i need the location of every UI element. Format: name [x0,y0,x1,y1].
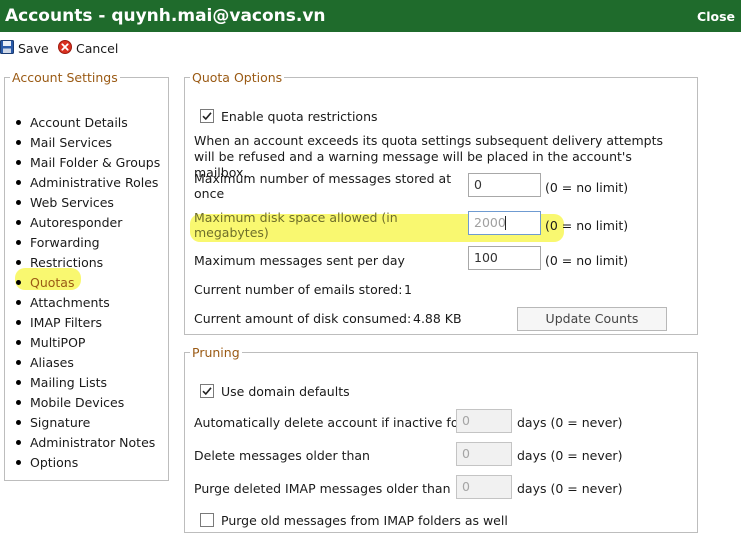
bullet-icon [16,420,21,425]
save-label: Save [18,41,49,56]
bullet-icon [16,220,21,225]
sidebar-item-account-details[interactable]: Account Details [16,113,128,133]
current-disk-label: Current amount of disk consumed: [194,311,412,326]
toolbar: Save Cancel [0,32,741,62]
sidebar-item-mailing-lists[interactable]: Mailing Lists [16,373,107,393]
pruning-legend: Pruning [192,345,240,360]
account-settings-panel: Account Settings Account Details Mail Ser… [4,70,169,481]
bullet-icon [16,280,21,285]
sidebar-item-label: Web Services [30,195,114,210]
save-button[interactable]: Save [0,40,49,57]
bullet-icon [16,200,21,205]
sidebar-item-label: Mailing Lists [30,375,108,390]
sidebar-item-attachments[interactable]: Attachments [16,293,110,313]
max-sent-input[interactable]: 100 [468,246,541,270]
update-counts-button[interactable]: Update Counts [517,307,667,331]
bullet-icon [16,320,21,325]
current-disk-value: 4.88 KB [413,311,462,326]
use-domain-defaults-checkbox[interactable] [200,384,214,398]
max-messages-label: Maximum number of messages stored at onc… [194,171,452,201]
max-disk-hint: (0 = no limit) [545,218,629,233]
sidebar-item-web-services[interactable]: Web Services [16,193,114,213]
sidebar-item-imap-filters[interactable]: IMAP Filters [16,313,102,333]
max-messages-input[interactable]: 0 [468,173,541,197]
sidebar-item-label: Autoresponder [30,215,123,230]
sidebar-item-mail-services[interactable]: Mail Services [16,133,112,153]
purge-label: Purge deleted IMAP messages older than [194,481,451,496]
sidebar-item-label: IMAP Filters [30,315,103,330]
sidebar-item-administrative-roles[interactable]: Administrative Roles [16,173,158,193]
bullet-icon [16,360,21,365]
older-days-input[interactable]: 0 [456,442,512,466]
title-bar: Accounts - quynh.mai@vacons.vn Close [0,0,741,32]
current-emails-label: Current number of emails stored: [194,282,403,297]
older-label: Delete messages older than [194,448,370,463]
sidebar-item-options[interactable]: Options [16,453,78,473]
cancel-label: Cancel [76,41,119,56]
text-caret [505,216,506,230]
use-domain-defaults-label: Use domain defaults [221,384,350,399]
inactive-label: Automatically delete account if inactive… [194,415,464,430]
quota-options-panel: Quota Options Enable quota restrictions … [184,70,698,335]
max-sent-hint: (0 = no limit) [545,253,629,268]
pruning-panel: Pruning Use domain defaults Automaticall… [184,345,698,533]
purge-unit: days (0 = never) [517,481,623,496]
purge-days-input[interactable]: 0 [456,475,512,499]
sidebar-item-administrator-notes[interactable]: Administrator Notes [16,433,155,453]
sidebar-item-label: Forwarding [30,235,100,250]
bullet-icon [16,180,21,185]
sidebar-item-label: Restrictions [30,255,104,270]
sidebar-item-signature[interactable]: Signature [16,413,90,433]
cancel-button[interactable]: Cancel [58,40,118,57]
sidebar-item-label: Attachments [30,295,110,310]
older-unit: days (0 = never) [517,448,623,463]
quota-options-legend: Quota Options [192,70,283,85]
max-messages-hint: (0 = no limit) [545,180,629,195]
sidebar-item-multipop[interactable]: MultiPOP [16,333,85,353]
sidebar-item-label: Options [30,455,79,470]
close-button[interactable]: Close [697,9,735,24]
sidebar-item-restrictions[interactable]: Restrictions [16,253,103,273]
bullet-icon [16,260,21,265]
bullet-icon [16,380,21,385]
bullet-icon [16,160,21,165]
bullet-icon [16,340,21,345]
inactive-unit: days (0 = never) [517,415,623,430]
sidebar-item-label: Mail Folder & Groups [30,155,161,170]
enable-quota-label: Enable quota restrictions [221,109,378,124]
bullet-icon [16,300,21,305]
sidebar-item-mail-folder-groups[interactable]: Mail Folder & Groups [16,153,160,173]
sidebar-item-label: Quotas [30,275,75,290]
sidebar-item-label: Signature [30,415,91,430]
save-icon [0,40,14,57]
bullet-icon [16,460,21,465]
sidebar-item-aliases[interactable]: Aliases [16,353,74,373]
sidebar-item-mobile-devices[interactable]: Mobile Devices [16,393,124,413]
cancel-icon [58,40,72,57]
sidebar-item-quotas[interactable]: Quotas [16,273,74,293]
bullet-icon [16,440,21,445]
current-emails-value: 1 [404,282,412,297]
sidebar-item-label: Mail Services [30,135,113,150]
enable-quota-checkbox[interactable] [200,109,214,123]
sidebar-item-autoresponder[interactable]: Autoresponder [16,213,122,233]
sidebar-item-label: MultiPOP [30,335,86,350]
account-settings-legend: Account Settings [12,70,118,85]
bullet-icon [16,140,21,145]
bullet-icon [16,400,21,405]
purge-folders-checkbox[interactable] [200,513,214,527]
window-title: Accounts - quynh.mai@vacons.vn [5,6,326,26]
sidebar-item-label: Account Details [30,115,128,130]
max-disk-label: Maximum disk space allowed (in megabytes… [194,210,398,240]
sidebar-item-label: Administrative Roles [30,175,159,190]
bullet-icon [16,240,21,245]
sidebar-item-label: Administrator Notes [30,435,156,450]
bullet-icon [16,120,21,125]
sidebar-item-label: Aliases [30,355,74,370]
max-sent-label: Maximum messages sent per day [194,253,405,268]
inactive-days-input[interactable]: 0 [456,409,512,433]
sidebar-item-label: Mobile Devices [30,395,125,410]
sidebar-item-forwarding[interactable]: Forwarding [16,233,100,253]
purge-folders-label: Purge old messages from IMAP folders as … [221,513,508,528]
